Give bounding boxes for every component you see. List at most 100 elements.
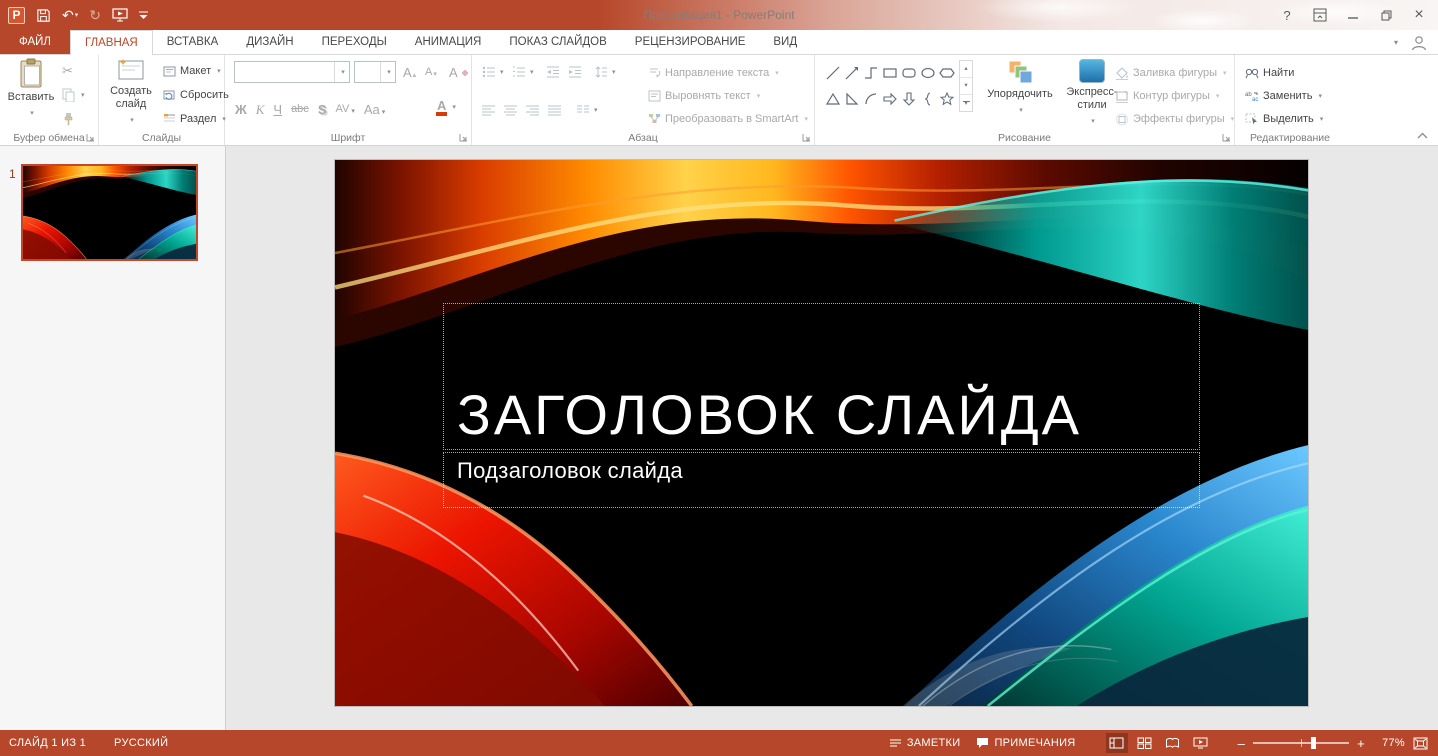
grow-font-button[interactable]: А▴ bbox=[403, 62, 416, 82]
copy-button[interactable]: ▾ bbox=[62, 85, 85, 105]
shape-effects-button[interactable]: Эффекты фигуры ▾ bbox=[1115, 109, 1234, 129]
normal-view-button[interactable] bbox=[1106, 733, 1128, 753]
tab-slideshow[interactable]: ПОКАЗ СЛАЙДОВ bbox=[495, 30, 620, 54]
notes-toggle-button[interactable]: ЗАМЕТКИ bbox=[889, 737, 961, 749]
font-name-combo[interactable]: ▾ bbox=[234, 61, 350, 83]
minimize-button[interactable] bbox=[1340, 4, 1366, 26]
convert-smartart-button[interactable]: Преобразовать в SmartArt ▾ bbox=[648, 109, 808, 129]
shape-rounded-rectangle-icon[interactable] bbox=[899, 60, 918, 86]
ribbon-options-dropdown-icon[interactable]: ▾ bbox=[1394, 38, 1398, 47]
bold-button[interactable]: Ж bbox=[235, 103, 247, 116]
paste-dropdown-icon[interactable]: ▾ bbox=[30, 107, 34, 120]
maximize-button[interactable] bbox=[1373, 4, 1399, 26]
shape-outline-button[interactable]: Контур фигуры ▾ bbox=[1115, 86, 1219, 106]
reading-view-button[interactable] bbox=[1162, 733, 1184, 753]
copy-dropdown-icon[interactable]: ▾ bbox=[81, 91, 85, 99]
shape-right-triangle-icon[interactable] bbox=[842, 86, 861, 112]
replace-button[interactable]: abac Заменить ▾ bbox=[1245, 86, 1322, 106]
character-spacing-button[interactable]: AV▾ bbox=[335, 104, 354, 115]
align-right-button[interactable] bbox=[526, 100, 539, 120]
tab-animations[interactable]: АНИМАЦИЯ bbox=[401, 30, 496, 54]
arrange-button[interactable]: Упорядочить ▾ bbox=[983, 59, 1057, 139]
select-button[interactable]: Выделить ▾ bbox=[1245, 109, 1323, 129]
text-shadow-button[interactable]: S bbox=[318, 103, 327, 116]
shapes-scroll-down-button[interactable]: ▾ bbox=[960, 78, 972, 95]
quick-styles-dropdown-icon[interactable]: ▾ bbox=[1091, 115, 1095, 128]
slide-counter[interactable]: СЛАЙД 1 ИЗ 1 bbox=[9, 737, 86, 749]
zoom-in-button[interactable]: + bbox=[1357, 737, 1365, 750]
shape-triangle-icon[interactable] bbox=[823, 86, 842, 112]
shape-oval-icon[interactable] bbox=[918, 60, 937, 86]
format-painter-button[interactable] bbox=[62, 109, 75, 129]
shape-star-icon[interactable] bbox=[937, 86, 956, 112]
columns-button[interactable]: ▾ bbox=[576, 100, 598, 120]
align-left-button[interactable] bbox=[482, 100, 495, 120]
collapse-ribbon-button[interactable] bbox=[1417, 132, 1428, 139]
numbering-button[interactable]: ▾ bbox=[512, 62, 534, 82]
quick-styles-button[interactable]: Экспресс-стили ▾ bbox=[1061, 59, 1123, 139]
slide-editor-area[interactable]: ЗАГОЛОВОК СЛАЙДА Подзаголовок слайда bbox=[226, 146, 1438, 730]
tab-design[interactable]: ДИЗАЙН bbox=[232, 30, 307, 54]
bullets-button[interactable]: ▾ bbox=[482, 62, 504, 82]
italic-button[interactable]: К bbox=[256, 103, 265, 116]
change-case-button[interactable]: Aa▾ bbox=[364, 103, 385, 116]
slide-sorter-view-button[interactable] bbox=[1134, 733, 1156, 753]
tab-review[interactable]: РЕЦЕНЗИРОВАНИЕ bbox=[621, 30, 760, 54]
zoom-slider-thumb[interactable] bbox=[1311, 737, 1316, 749]
paste-button[interactable]: Вставить ▾ bbox=[6, 58, 56, 138]
comments-toggle-button[interactable]: ПРИМЕЧАНИЯ bbox=[976, 737, 1075, 749]
increase-indent-button[interactable] bbox=[568, 62, 582, 82]
paragraph-dialog-launcher[interactable] bbox=[802, 133, 811, 142]
pane-splitter[interactable] bbox=[225, 146, 226, 730]
slide-canvas[interactable]: ЗАГОЛОВОК СЛАЙДА Подзаголовок слайда bbox=[335, 160, 1308, 706]
clear-formatting-button[interactable]: А bbox=[449, 62, 468, 82]
font-size-combo[interactable]: ▾ bbox=[354, 61, 396, 83]
ribbon-display-options-button[interactable] bbox=[1307, 4, 1333, 26]
font-color-button[interactable]: А ▾ bbox=[437, 97, 456, 117]
align-text-button[interactable]: Выровнять текст ▾ bbox=[648, 86, 760, 106]
shape-fill-button[interactable]: Заливка фигуры ▾ bbox=[1115, 63, 1227, 83]
tab-insert[interactable]: ВСТАВКА bbox=[153, 30, 233, 54]
subtitle-placeholder[interactable]: Подзаголовок слайда bbox=[443, 452, 1200, 508]
shape-right-arrow-icon[interactable] bbox=[880, 86, 899, 112]
font-dialog-launcher[interactable] bbox=[459, 133, 468, 142]
underline-button[interactable]: Ч bbox=[273, 103, 282, 116]
font-size-dropdown-icon[interactable]: ▾ bbox=[387, 68, 391, 76]
title-placeholder[interactable]: ЗАГОЛОВОК СЛАЙДА bbox=[443, 303, 1200, 450]
fit-slide-to-window-button[interactable] bbox=[1413, 737, 1428, 750]
shape-arc-icon[interactable] bbox=[861, 86, 880, 112]
shape-line-icon[interactable] bbox=[823, 60, 842, 86]
language-indicator[interactable]: РУССКИЙ bbox=[114, 737, 168, 749]
font-color-dropdown-icon[interactable]: ▾ bbox=[452, 103, 456, 111]
shape-elbow-connector-icon[interactable] bbox=[861, 60, 880, 86]
align-center-button[interactable] bbox=[504, 100, 517, 120]
tab-file[interactable]: ФАЙЛ bbox=[0, 30, 70, 54]
slide-thumbnail-1[interactable] bbox=[21, 164, 198, 261]
drawing-dialog-launcher[interactable] bbox=[1222, 133, 1231, 142]
font-name-dropdown-icon[interactable]: ▾ bbox=[341, 68, 345, 76]
tab-home[interactable]: ГЛАВНАЯ bbox=[70, 30, 153, 55]
text-direction-button[interactable]: Направление текста ▾ bbox=[648, 63, 779, 83]
help-button[interactable]: ? bbox=[1274, 4, 1300, 26]
cut-button[interactable]: ✂ bbox=[62, 61, 73, 81]
new-slide-dropdown-icon[interactable]: ▾ bbox=[130, 114, 134, 127]
zoom-slider[interactable] bbox=[1253, 736, 1349, 750]
zoom-percentage[interactable]: 77% bbox=[1373, 737, 1405, 749]
clipboard-dialog-launcher[interactable] bbox=[86, 133, 95, 142]
section-button[interactable]: Раздел ▾ bbox=[163, 109, 226, 129]
layout-button[interactable]: Макет ▾ bbox=[163, 61, 221, 81]
find-button[interactable]: Найти bbox=[1245, 63, 1294, 83]
strikethrough-button[interactable]: abc bbox=[291, 104, 309, 115]
shape-rectangle-icon[interactable] bbox=[880, 60, 899, 86]
new-slide-button[interactable]: Создать слайд ▾ bbox=[103, 58, 159, 138]
close-button[interactable]: × bbox=[1406, 4, 1432, 26]
justify-button[interactable] bbox=[548, 100, 561, 120]
zoom-out-button[interactable]: – bbox=[1238, 737, 1246, 750]
reset-button[interactable]: Сбросить bbox=[163, 85, 229, 105]
shape-down-arrow-icon[interactable] bbox=[899, 86, 918, 112]
tab-view[interactable]: ВИД bbox=[759, 30, 811, 54]
tab-transitions[interactable]: ПЕРЕХОДЫ bbox=[308, 30, 401, 54]
arrange-dropdown-icon[interactable]: ▾ bbox=[1019, 104, 1023, 117]
shape-brace-icon[interactable] bbox=[918, 86, 937, 112]
shapes-scroll-up-button[interactable]: ▴ bbox=[960, 61, 972, 78]
